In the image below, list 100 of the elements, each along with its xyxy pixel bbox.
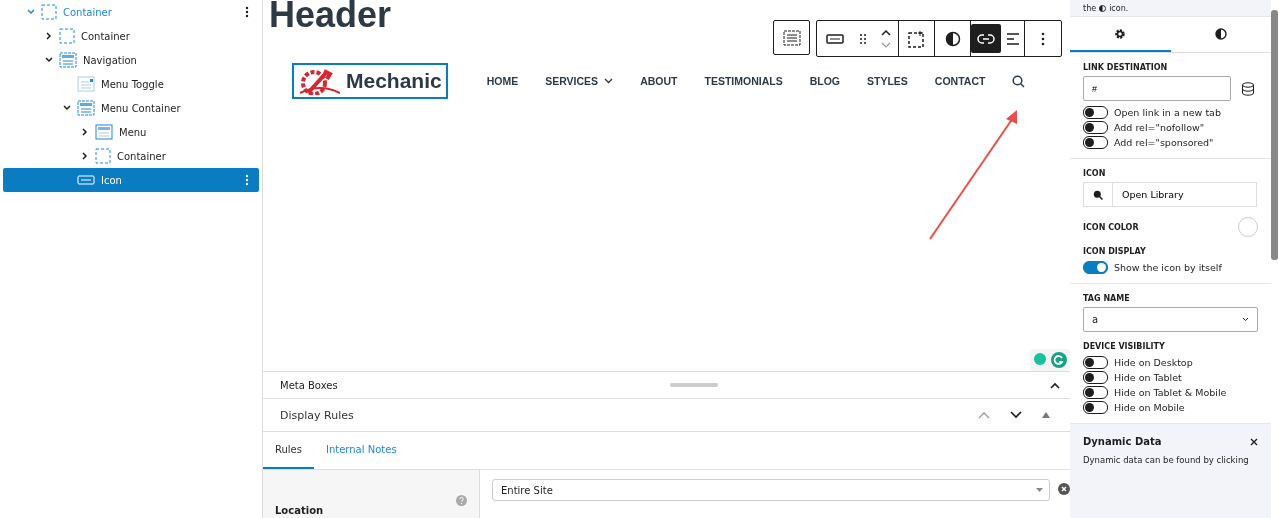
- toggle-switch[interactable]: [1083, 371, 1108, 384]
- tree-label: Icon: [101, 174, 123, 186]
- icon-block-icon: [826, 33, 844, 44]
- panel-title: Display Rules: [280, 408, 355, 422]
- toggle-label: Hide on Mobile: [1114, 402, 1185, 413]
- page-heading: Header: [269, 0, 392, 30]
- tree-label: Navigation: [83, 54, 138, 66]
- toggle-label: Hide on Desktop: [1114, 357, 1193, 368]
- close-icon[interactable]: [1250, 437, 1258, 446]
- toggle-label: Show the icon by itself: [1114, 262, 1222, 273]
- chevron-down-icon: [604, 78, 614, 84]
- toggle-switch[interactable]: [1083, 136, 1108, 149]
- toggle-switch[interactable]: [1083, 356, 1108, 369]
- help-icon: [456, 495, 467, 506]
- tree-item[interactable]: Container: [3, 24, 259, 48]
- panel-tab[interactable]: Internal Notes: [314, 432, 409, 469]
- toolbar-button[interactable]: [773, 20, 810, 55]
- section-heading: LINK DESTINATION: [1083, 63, 1169, 72]
- chevron-up-icon: [1050, 381, 1060, 389]
- dashed-square-icon: [907, 29, 926, 48]
- nav-link[interactable]: STYLES: [867, 75, 908, 87]
- caret-down-icon: [1036, 488, 1043, 492]
- tag-select[interactable]: a: [1083, 307, 1258, 332]
- logo-text: Mechanic: [346, 69, 442, 93]
- more-icon: [245, 6, 249, 18]
- meta-boxes-title: Meta Boxes: [280, 379, 338, 391]
- search-icon: [1093, 189, 1103, 200]
- grammarly-icons[interactable]: [1030, 349, 1070, 371]
- tree-item[interactable]: Menu: [3, 120, 259, 144]
- chevron-down-icon: [62, 103, 72, 113]
- contrast-icon: [944, 30, 961, 47]
- tree-label: Container: [63, 6, 113, 18]
- open-library-button[interactable]: Open Library: [1083, 182, 1257, 207]
- tree-label: Container: [81, 30, 131, 42]
- navigation-icon: [77, 100, 95, 116]
- tree-item[interactable]: Container: [3, 144, 259, 168]
- nav-link[interactable]: SERVICES: [545, 75, 614, 87]
- dashed-square-icon: [41, 4, 57, 20]
- toggle-label: Hide on Tablet & Mobile: [1114, 387, 1227, 398]
- section-heading: TAG NAME: [1083, 294, 1131, 303]
- dynamic-data-title: Dynamic Data: [1083, 436, 1162, 447]
- tree-item[interactable]: Navigation: [3, 48, 259, 72]
- dynamic-data-text: Dynamic data can be found by clicking: [1083, 455, 1250, 465]
- toggle-switch[interactable]: [1083, 261, 1108, 274]
- toggle-label: Hide on Tablet: [1114, 372, 1182, 383]
- gear-wrench-icon: [298, 67, 340, 95]
- section-heading: DEVICE VISIBILITY: [1083, 342, 1166, 351]
- navigation-icon: [59, 52, 77, 68]
- triangle-up-icon: [1042, 412, 1050, 418]
- toggle-switch[interactable]: [1083, 386, 1108, 399]
- tree-item[interactable]: Menu Container: [3, 96, 259, 120]
- search-icon: [1012, 74, 1026, 88]
- note-text: the: [1083, 3, 1097, 13]
- tree-item[interactable]: Menu Toggle: [3, 72, 259, 96]
- resize-handle[interactable]: [669, 383, 718, 387]
- chevron-down-icon: [26, 7, 36, 17]
- link-input[interactable]: #: [1083, 76, 1231, 101]
- tree-label: Menu Container: [101, 102, 182, 114]
- chevron-up-icon: [978, 411, 990, 419]
- chevron-down-icon: [1010, 411, 1022, 419]
- nav-link[interactable]: CONTACT: [934, 75, 986, 87]
- toggle-switch[interactable]: [1083, 106, 1108, 119]
- tree-item[interactable]: Container: [3, 0, 259, 24]
- scrollbar[interactable]: [1271, 10, 1278, 260]
- icon-block-icon: [77, 174, 95, 186]
- dashed-square-icon: [59, 28, 75, 44]
- chevron-right-icon: [80, 127, 90, 137]
- chevron-right-icon: [44, 31, 54, 41]
- toolbar-button[interactable]: [971, 24, 1001, 53]
- location-label: Location: [275, 505, 325, 518]
- section-heading: ICON: [1083, 169, 1107, 178]
- tree-label: Container: [117, 150, 167, 162]
- toggle-label: Open link in a new tab: [1114, 107, 1221, 118]
- chevron-right-icon: [80, 151, 90, 161]
- nav-link[interactable]: BLOG: [809, 75, 840, 87]
- dashed-square-icon: [95, 148, 111, 164]
- menu-icon: [95, 124, 113, 140]
- drag-handle-icon: [859, 32, 867, 45]
- tree-label: Menu Toggle: [101, 78, 165, 90]
- toggle-label: Add rel="nofollow": [1114, 122, 1205, 133]
- toggle-switch[interactable]: [1083, 121, 1108, 134]
- navigation-icon: [782, 29, 801, 46]
- align-left-icon: [1005, 31, 1020, 46]
- nav-link[interactable]: ABOUT: [640, 75, 678, 87]
- section-heading: ICON DISPLAY: [1083, 247, 1147, 256]
- site-logo[interactable]: Mechanic: [292, 63, 448, 99]
- tree-item[interactable]: Icon: [3, 168, 259, 192]
- database-icon: [1241, 81, 1255, 96]
- more-icon: [245, 174, 249, 186]
- section-heading: ICON COLOR: [1083, 222, 1139, 232]
- link-icon: [977, 32, 995, 45]
- menu-toggle-icon: [77, 76, 95, 92]
- location-select[interactable]: Entire Site: [492, 479, 1050, 501]
- nav-link[interactable]: HOME: [486, 75, 519, 87]
- contrast-icon: [1099, 4, 1107, 12]
- chevron-down-icon: [44, 55, 54, 65]
- toggle-switch[interactable]: [1083, 401, 1108, 414]
- nav-link[interactable]: TESTIMONIALS: [704, 75, 783, 87]
- tree-label: Menu: [119, 126, 148, 138]
- toggle-label: Add rel="sponsored": [1114, 137, 1214, 148]
